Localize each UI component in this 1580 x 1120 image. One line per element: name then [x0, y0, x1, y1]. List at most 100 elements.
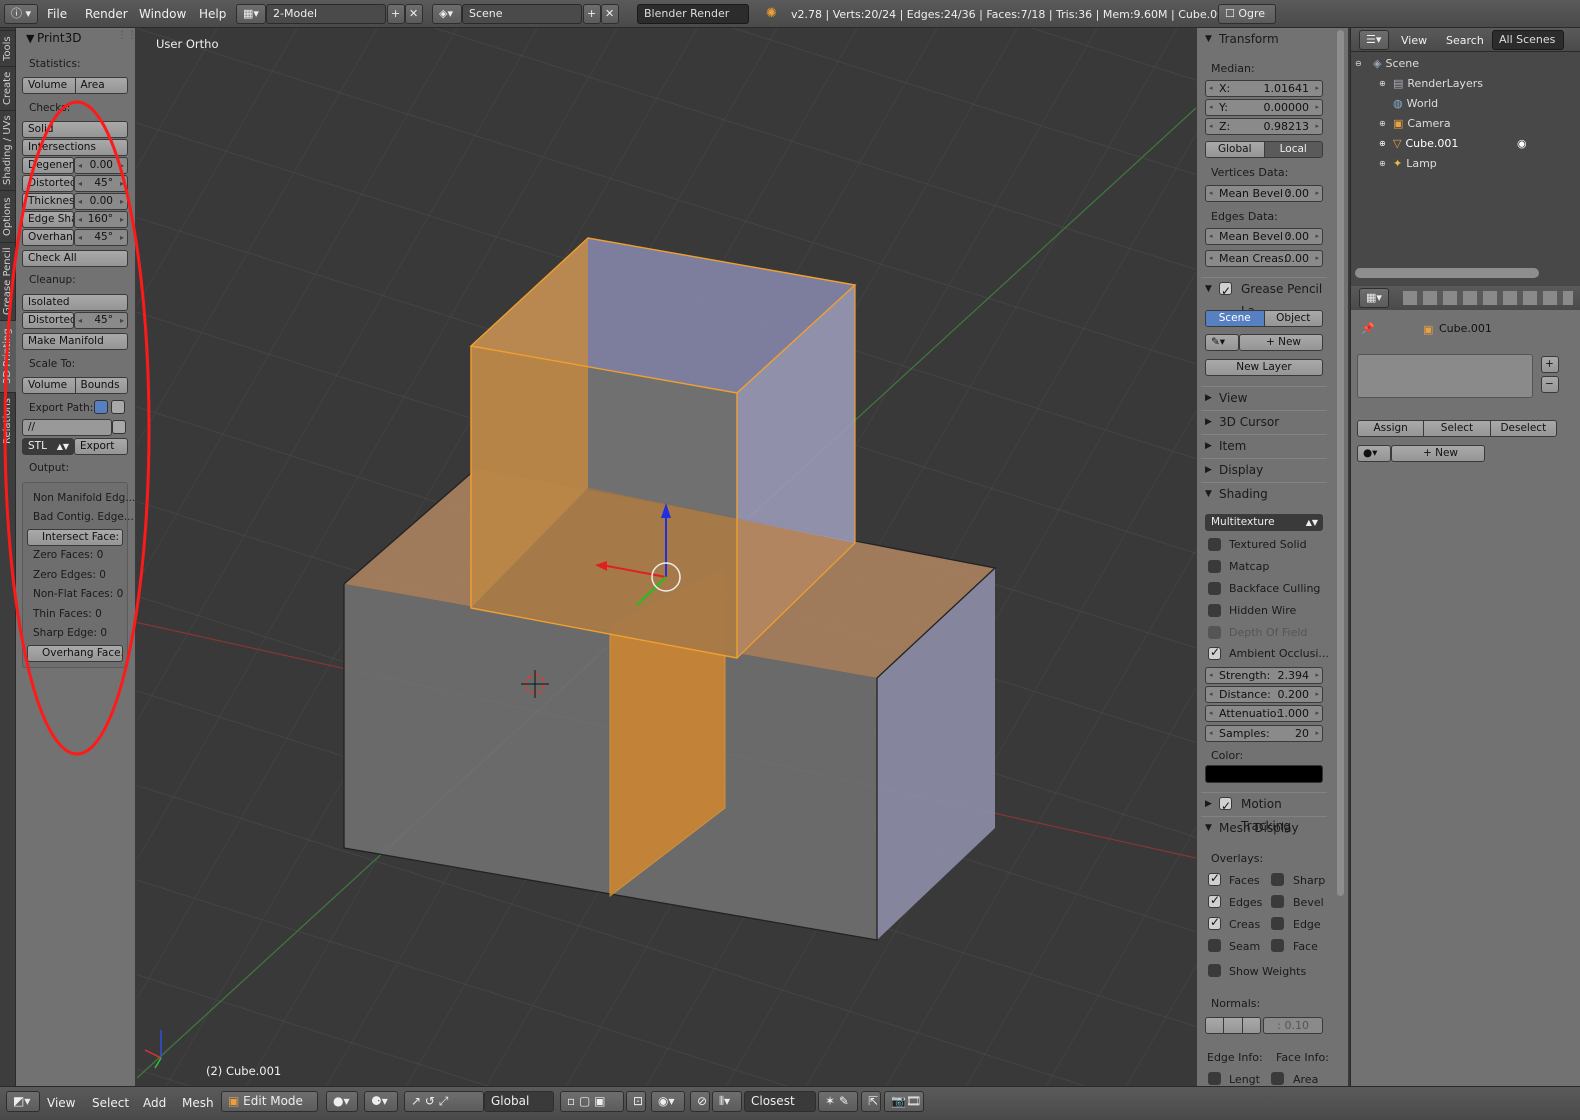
outliner-item-camera[interactable]: ⊕ ▣ Camera [1351, 114, 1580, 134]
mesh-display-section[interactable]: ▼ Mesh Display [1201, 816, 1327, 838]
item-section[interactable]: ▶ Item [1201, 434, 1327, 456]
gp-scene-button[interactable]: Scene [1206, 311, 1265, 326]
outliner-display-select[interactable]: All Scenes [1492, 30, 1564, 50]
footer-menu-mesh[interactable]: Mesh [182, 1096, 214, 1110]
grease-pencil-section[interactable]: ▼Grease Pencil La [1201, 277, 1327, 318]
panel-collapse-icon[interactable]: ▼ [26, 32, 34, 45]
footer-menu-add[interactable]: Add [143, 1096, 166, 1110]
eye-icon[interactable]: ◉ [1517, 134, 1527, 154]
deselect-button[interactable]: Deselect [1490, 421, 1556, 436]
snap-target-select[interactable]: Closest [744, 1091, 816, 1112]
npanel-scroll-thumb[interactable] [1337, 30, 1344, 896]
outliner-editor-type-button[interactable]: ☰▾ [1359, 30, 1389, 50]
render-preview-button[interactable]: ⇱ [861, 1091, 881, 1112]
creas-checkbox[interactable] [1208, 915, 1221, 930]
opengl-render-buttons[interactable]: 📷🎞 [884, 1091, 924, 1112]
menu-render[interactable]: Render [85, 7, 128, 21]
footer-menu-select[interactable]: Select [92, 1096, 129, 1110]
edge-mean-bevel-field[interactable]: ◂ Mean Bevel :0.00 ▸ [1205, 228, 1323, 245]
median-x-field[interactable]: ◂ X: 1.01641 ▸ [1205, 80, 1323, 97]
remove-layout-button[interactable]: ✕ [405, 4, 423, 24]
scene-icon-button[interactable]: ◈▾ [432, 4, 462, 24]
sharp-checkbox[interactable] [1271, 873, 1284, 886]
pivot-point-button[interactable]: ⚈▾ [364, 1091, 398, 1112]
tab-tools[interactable]: Tools [0, 30, 16, 66]
proportional-edit-button[interactable]: ◉▾ [651, 1091, 685, 1112]
outliner-item-world[interactable]: ◍ World [1351, 94, 1580, 114]
outliner-hscroll[interactable] [1355, 268, 1539, 278]
local-button[interactable]: Local [1264, 142, 1322, 157]
grease-pencil-checkbox[interactable] [1219, 280, 1232, 302]
ao-distance-field[interactable]: ◂ Distance: 0.200 ▸ [1205, 686, 1323, 703]
hidden-wire-checkbox[interactable] [1208, 604, 1221, 617]
edge-checkbox[interactable] [1271, 917, 1284, 930]
properties-new-button[interactable]: + New [1391, 445, 1485, 462]
footer-menu-view[interactable]: View [47, 1096, 75, 1110]
view-section[interactable]: ▶ View [1201, 386, 1327, 408]
face-normals-icon[interactable] [1242, 1018, 1260, 1033]
add-scene-button[interactable]: + [583, 4, 601, 24]
select-mode-buttons[interactable]: ▫ ▢ ▣ [560, 1091, 624, 1112]
layout-field[interactable]: 2-Model [266, 4, 386, 24]
edges-checkbox[interactable] [1208, 893, 1221, 908]
add-vertex-group-button[interactable]: + [1541, 356, 1559, 373]
median-y-field[interactable]: ◂ Y: 0.00000 ▸ [1205, 99, 1323, 116]
pencil-icon-button[interactable]: ✎▾ [1205, 334, 1239, 351]
backface-culling-checkbox[interactable] [1208, 582, 1221, 595]
pin-icon[interactable]: 📌 [1361, 322, 1375, 335]
menu-help[interactable]: Help [199, 7, 226, 21]
median-z-field[interactable]: ◂ Z: 0.98213 ▸ [1205, 118, 1323, 135]
multitexture-select[interactable]: Multitexture ▲▼ [1205, 514, 1323, 531]
face-checkbox[interactable] [1271, 939, 1284, 952]
remove-vertex-group-button[interactable]: − [1541, 376, 1559, 393]
mode-select[interactable]: ▣ Edit Mode [221, 1091, 318, 1112]
shading-mode-button[interactable]: ●▾ [326, 1091, 358, 1112]
transform-section[interactable]: ▼ Transform [1201, 28, 1327, 50]
panel-grip-icon[interactable]: ⋮⋮ [117, 30, 137, 41]
occlude-geometry-button[interactable]: ⊡ [626, 1091, 646, 1112]
menu-file[interactable]: File [47, 7, 67, 21]
render-engine-select[interactable]: Blender Render [637, 4, 749, 24]
ogre-button[interactable]: ☐ Ogre [1218, 4, 1276, 24]
outliner-item-cube[interactable]: ⊕ ▽ Cube.001 ◉ [1351, 134, 1580, 154]
length-checkbox[interactable] [1208, 1072, 1221, 1085]
properties-editor-type-button[interactable]: ▦▾ [1359, 288, 1389, 308]
split-normals-icon[interactable] [1224, 1018, 1243, 1033]
orientation-select[interactable]: Global [484, 1091, 554, 1112]
layout-icon-button[interactable]: ▦▾ [236, 4, 266, 24]
snap-element-button[interactable]: ⫴▾ [712, 1091, 742, 1112]
ambient-occlusion-checkbox[interactable] [1208, 645, 1221, 660]
gp-new-button[interactable]: + New [1239, 334, 1323, 351]
scene-field[interactable]: Scene [462, 4, 582, 24]
seam-checkbox[interactable] [1208, 939, 1221, 952]
manipulator-toggles[interactable]: ↗ ↺ ⤢ [404, 1091, 484, 1112]
ao-samples-field[interactable]: ◂ Samples: 20 ▸ [1205, 725, 1323, 742]
material-icon-button[interactable]: ●▾ [1357, 445, 1391, 462]
ao-color-swatch[interactable] [1205, 765, 1323, 783]
shading-section[interactable]: ▼ Shading [1201, 482, 1327, 504]
3d-viewport[interactable]: User Ortho (2) Cube.001 [137, 28, 1196, 1086]
npanel-scrollbar[interactable] [1334, 28, 1348, 1086]
display-section[interactable]: ▶ Display [1201, 458, 1327, 480]
vertex-normals-icon[interactable] [1206, 1018, 1225, 1033]
ao-attenuation-field[interactable]: ◂ Attenuatio: 1.000 ▸ [1205, 705, 1323, 722]
ao-strength-field[interactable]: ◂ Strength: 2.394 ▸ [1205, 667, 1323, 684]
textured-solid-checkbox[interactable] [1208, 538, 1221, 551]
gp-object-button[interactable]: Object [1264, 311, 1322, 326]
3d-view-editor-type-button[interactable]: ◩▾ [6, 1091, 40, 1112]
show-weights-checkbox[interactable] [1208, 964, 1221, 977]
magnet-snap-button[interactable]: ⊘ [690, 1091, 710, 1112]
normals-size-field[interactable]: : 0.10 [1263, 1017, 1323, 1034]
info-editor-type-button[interactable]: ⓘ ▾ [4, 4, 38, 24]
area-checkbox[interactable] [1271, 1072, 1284, 1085]
assign-button[interactable]: Assign [1358, 421, 1425, 436]
motion-tracking-section[interactable]: ▶Motion Tracking [1201, 792, 1327, 833]
3d-cursor-section[interactable]: ▶ 3D Cursor [1201, 410, 1327, 432]
matcap-checkbox[interactable] [1208, 560, 1221, 573]
depth-of-field-checkbox[interactable] [1208, 626, 1221, 639]
properties-context-tabs[interactable] [1403, 291, 1573, 305]
outliner-item-lamp[interactable]: ⊕ ✦ Lamp [1351, 154, 1580, 174]
menu-window[interactable]: Window [139, 7, 186, 21]
faces-checkbox[interactable] [1208, 871, 1221, 886]
snap-options-buttons[interactable]: ✶ ✎ [818, 1091, 858, 1112]
